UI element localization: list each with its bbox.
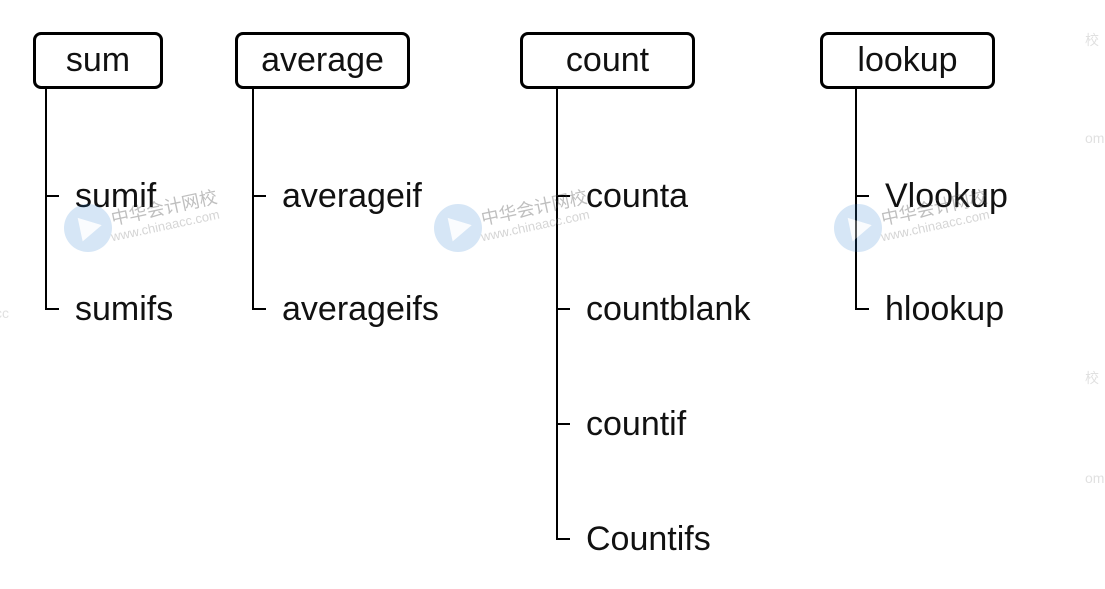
watermark-edge-3: 校 [1085,368,1099,388]
watermark-edge-1: om [1085,130,1104,146]
lookup-stem [855,88,857,308]
lookup-branch-1 [855,308,869,310]
watermark-edge-0: 校 [1085,30,1099,50]
count-stem [556,88,558,538]
count-branch-2 [556,423,570,425]
sum-branch-1 [45,308,59,310]
count-branch-3 [556,538,570,540]
watermark-edge-4: om [1085,470,1104,486]
average-child-1: averageifs [282,290,439,329]
lookup-branch-0 [855,195,869,197]
count-child-3: Countifs [586,520,711,559]
sum-child-1: sumifs [75,290,173,329]
average-child-0: averageif [282,177,422,216]
count-root-box: count [520,32,695,89]
sum-root-box: sum [33,32,163,89]
sum-branch-0 [45,195,59,197]
count-child-2: countif [586,405,686,444]
watermark-edge-2: cc [0,305,9,321]
sum-stem [45,88,47,308]
count-child-1: countblank [586,290,750,329]
average-root-box: average [235,32,410,89]
count-child-0: counta [586,177,688,216]
average-branch-0 [252,195,266,197]
lookup-child-1: hlookup [885,290,1004,329]
function-tree-diagram: sumsumifsumifsaverageaverageifaverageifs… [0,0,1105,589]
average-branch-1 [252,308,266,310]
average-stem [252,88,254,308]
count-branch-1 [556,308,570,310]
lookup-root-box: lookup [820,32,995,89]
